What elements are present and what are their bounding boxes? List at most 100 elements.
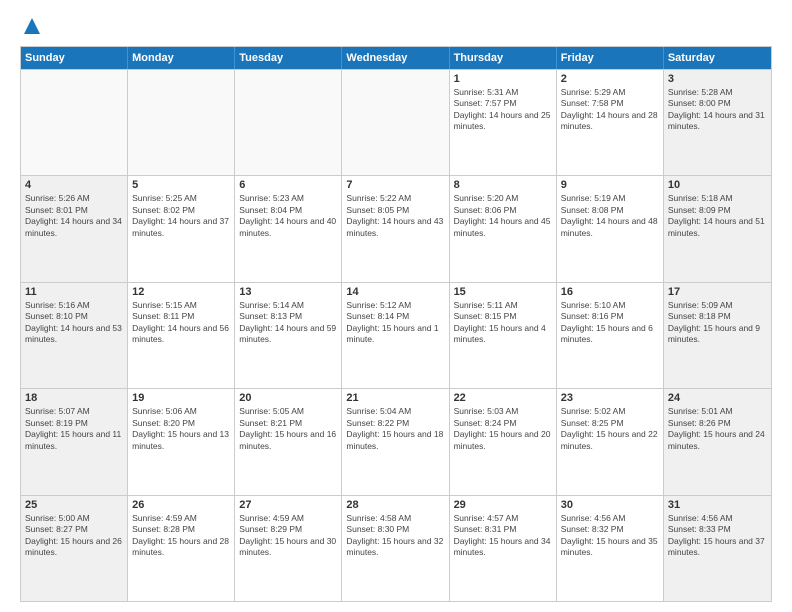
- table-row: 27 Sunrise: 4:59 AM Sunset: 8:29 PM Dayli…: [235, 496, 342, 601]
- table-row: 11 Sunrise: 5:16 AM Sunset: 8:10 PM Dayli…: [21, 283, 128, 388]
- cell-detail: Sunrise: 5:31 AM Sunset: 7:57 PM Dayligh…: [454, 87, 552, 133]
- day-number: 30: [561, 499, 659, 511]
- cell-detail: Sunrise: 5:16 AM Sunset: 8:10 PM Dayligh…: [25, 300, 123, 346]
- header-cell-tuesday: Tuesday: [235, 47, 342, 69]
- day-number: 17: [668, 286, 767, 298]
- table-row: 2Sunrise: 5:29 AM Sunset: 7:58 PM Daylig…: [557, 70, 664, 175]
- cell-detail: Sunrise: 5:12 AM Sunset: 8:14 PM Dayligh…: [346, 300, 444, 346]
- header: [20, 16, 772, 36]
- table-row: 15 Sunrise: 5:11 AM Sunset: 8:15 PM Dayli…: [450, 283, 557, 388]
- cell-detail: Sunrise: 5:14 AM Sunset: 8:13 PM Dayligh…: [239, 300, 337, 346]
- cell-detail: Sunrise: 5:29 AM Sunset: 7:58 PM Dayligh…: [561, 87, 659, 133]
- table-row: 26 Sunrise: 4:59 AM Sunset: 8:28 PM Dayli…: [128, 496, 235, 601]
- cell-detail: Sunrise: 5:20 AM Sunset: 8:06 PM Dayligh…: [454, 193, 552, 239]
- cell-detail: Sunrise: 5:01 AM Sunset: 8:26 PM Dayligh…: [668, 406, 767, 452]
- calendar-row-2: 11 Sunrise: 5:16 AM Sunset: 8:10 PM Dayli…: [21, 282, 771, 388]
- calendar-row-0: 1 Sunrise: 5:31 AM Sunset: 7:57 PM Daylig…: [21, 69, 771, 175]
- table-row: 19 Sunrise: 5:06 AM Sunset: 8:20 PM Dayli…: [128, 389, 235, 494]
- calendar-header: SundayMondayTuesdayWednesdayThursdayFrid…: [21, 47, 771, 69]
- day-number: 9: [561, 179, 659, 191]
- day-number: 6: [239, 179, 337, 191]
- cell-detail: Sunrise: 4:58 AM Sunset: 8:30 PM Dayligh…: [346, 513, 444, 559]
- day-number: 24: [668, 392, 767, 404]
- day-number: 21: [346, 392, 444, 404]
- table-row: 30 Sunrise: 4:56 AM Sunset: 8:32 PM Dayli…: [557, 496, 664, 601]
- cell-detail: Sunrise: 5:09 AM Sunset: 8:18 PM Dayligh…: [668, 300, 767, 346]
- table-row: 22Sunrise: 5:03 AM Sunset: 8:24 PM Dayli…: [450, 389, 557, 494]
- day-number: 23: [561, 392, 659, 404]
- page: SundayMondayTuesdayWednesdayThursdayFrid…: [0, 0, 792, 612]
- cell-detail: Sunrise: 5:02 AM Sunset: 8:25 PM Dayligh…: [561, 406, 659, 452]
- table-row: 23 Sunrise: 5:02 AM Sunset: 8:25 PM Dayli…: [557, 389, 664, 494]
- day-number: 25: [25, 499, 123, 511]
- day-number: 19: [132, 392, 230, 404]
- cell-detail: Sunrise: 5:28 AM Sunset: 8:00 PM Dayligh…: [668, 87, 767, 133]
- table-row: 18Sunrise: 5:07 AM Sunset: 8:19 PM Dayli…: [21, 389, 128, 494]
- calendar-body: 1 Sunrise: 5:31 AM Sunset: 7:57 PM Daylig…: [21, 69, 771, 601]
- table-row: 9 Sunrise: 5:19 AM Sunset: 8:08 PM Daylig…: [557, 176, 664, 281]
- day-number: 8: [454, 179, 552, 191]
- cell-detail: Sunrise: 5:05 AM Sunset: 8:21 PM Dayligh…: [239, 406, 337, 452]
- day-number: 1: [454, 73, 552, 85]
- table-row: [128, 70, 235, 175]
- day-number: 27: [239, 499, 337, 511]
- day-number: 20: [239, 392, 337, 404]
- table-row: 17 Sunrise: 5:09 AM Sunset: 8:18 PM Dayli…: [664, 283, 771, 388]
- day-number: 11: [25, 286, 123, 298]
- day-number: 15: [454, 286, 552, 298]
- table-row: 31Sunrise: 4:56 AM Sunset: 8:33 PM Dayli…: [664, 496, 771, 601]
- cell-detail: Sunrise: 5:22 AM Sunset: 8:05 PM Dayligh…: [346, 193, 444, 239]
- table-row: 14 Sunrise: 5:12 AM Sunset: 8:14 PM Dayli…: [342, 283, 449, 388]
- header-cell-thursday: Thursday: [450, 47, 557, 69]
- table-row: 12 Sunrise: 5:15 AM Sunset: 8:11 PM Dayli…: [128, 283, 235, 388]
- table-row: 29 Sunrise: 4:57 AM Sunset: 8:31 PM Dayli…: [450, 496, 557, 601]
- cell-detail: Sunrise: 4:59 AM Sunset: 8:29 PM Dayligh…: [239, 513, 337, 559]
- cell-detail: Sunrise: 5:03 AM Sunset: 8:24 PM Dayligh…: [454, 406, 552, 452]
- logo: [20, 16, 42, 36]
- cell-detail: Sunrise: 5:23 AM Sunset: 8:04 PM Dayligh…: [239, 193, 337, 239]
- day-number: 10: [668, 179, 767, 191]
- cell-detail: Sunrise: 5:04 AM Sunset: 8:22 PM Dayligh…: [346, 406, 444, 452]
- day-number: 4: [25, 179, 123, 191]
- header-cell-saturday: Saturday: [664, 47, 771, 69]
- cell-detail: Sunrise: 4:56 AM Sunset: 8:33 PM Dayligh…: [668, 513, 767, 559]
- table-row: 7 Sunrise: 5:22 AM Sunset: 8:05 PM Daylig…: [342, 176, 449, 281]
- cell-detail: Sunrise: 5:11 AM Sunset: 8:15 PM Dayligh…: [454, 300, 552, 346]
- table-row: [21, 70, 128, 175]
- table-row: 28Sunrise: 4:58 AM Sunset: 8:30 PM Dayli…: [342, 496, 449, 601]
- cell-detail: Sunrise: 5:07 AM Sunset: 8:19 PM Dayligh…: [25, 406, 123, 452]
- header-cell-monday: Monday: [128, 47, 235, 69]
- calendar-row-1: 4 Sunrise: 5:26 AM Sunset: 8:01 PM Daylig…: [21, 175, 771, 281]
- table-row: 24 Sunrise: 5:01 AM Sunset: 8:26 PM Dayli…: [664, 389, 771, 494]
- table-row: 13Sunrise: 5:14 AM Sunset: 8:13 PM Dayli…: [235, 283, 342, 388]
- table-row: 21 Sunrise: 5:04 AM Sunset: 8:22 PM Dayli…: [342, 389, 449, 494]
- cell-detail: Sunrise: 5:06 AM Sunset: 8:20 PM Dayligh…: [132, 406, 230, 452]
- table-row: 16 Sunrise: 5:10 AM Sunset: 8:16 PM Dayli…: [557, 283, 664, 388]
- cell-detail: Sunrise: 5:25 AM Sunset: 8:02 PM Dayligh…: [132, 193, 230, 239]
- cell-detail: Sunrise: 4:59 AM Sunset: 8:28 PM Dayligh…: [132, 513, 230, 559]
- day-number: 29: [454, 499, 552, 511]
- day-number: 16: [561, 286, 659, 298]
- calendar-row-3: 18Sunrise: 5:07 AM Sunset: 8:19 PM Dayli…: [21, 388, 771, 494]
- cell-detail: Sunrise: 4:56 AM Sunset: 8:32 PM Dayligh…: [561, 513, 659, 559]
- cell-detail: Sunrise: 4:57 AM Sunset: 8:31 PM Dayligh…: [454, 513, 552, 559]
- day-number: 14: [346, 286, 444, 298]
- table-row: 25 Sunrise: 5:00 AM Sunset: 8:27 PM Dayli…: [21, 496, 128, 601]
- table-row: 3Sunrise: 5:28 AM Sunset: 8:00 PM Daylig…: [664, 70, 771, 175]
- header-cell-sunday: Sunday: [21, 47, 128, 69]
- cell-detail: Sunrise: 5:15 AM Sunset: 8:11 PM Dayligh…: [132, 300, 230, 346]
- cell-detail: Sunrise: 5:26 AM Sunset: 8:01 PM Dayligh…: [25, 193, 123, 239]
- cell-detail: Sunrise: 5:00 AM Sunset: 8:27 PM Dayligh…: [25, 513, 123, 559]
- day-number: 26: [132, 499, 230, 511]
- table-row: 4 Sunrise: 5:26 AM Sunset: 8:01 PM Daylig…: [21, 176, 128, 281]
- logo-icon: [22, 16, 42, 36]
- table-row: 5 Sunrise: 5:25 AM Sunset: 8:02 PM Daylig…: [128, 176, 235, 281]
- header-cell-wednesday: Wednesday: [342, 47, 449, 69]
- calendar-row-4: 25 Sunrise: 5:00 AM Sunset: 8:27 PM Dayli…: [21, 495, 771, 601]
- day-number: 7: [346, 179, 444, 191]
- cell-detail: Sunrise: 5:19 AM Sunset: 8:08 PM Dayligh…: [561, 193, 659, 239]
- day-number: 12: [132, 286, 230, 298]
- day-number: 5: [132, 179, 230, 191]
- calendar: SundayMondayTuesdayWednesdayThursdayFrid…: [20, 46, 772, 602]
- cell-detail: Sunrise: 5:10 AM Sunset: 8:16 PM Dayligh…: [561, 300, 659, 346]
